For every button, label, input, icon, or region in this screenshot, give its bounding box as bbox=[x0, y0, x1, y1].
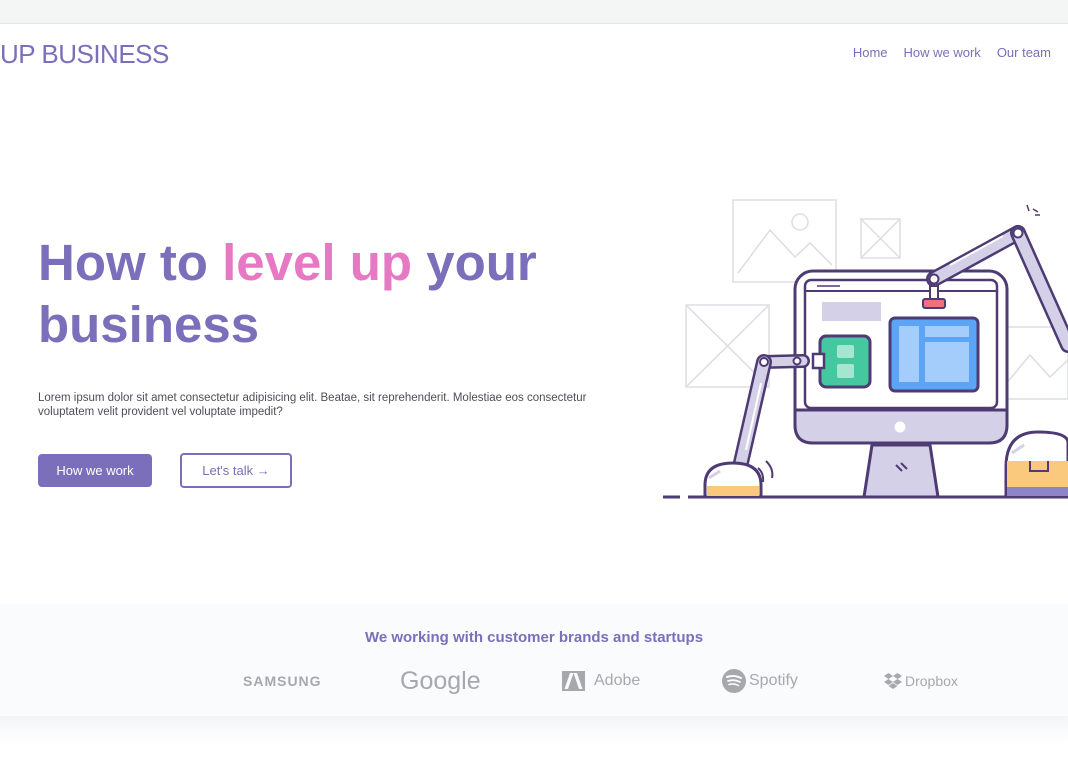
google-logo-text: Google bbox=[400, 666, 481, 695]
adobe-logo-text: Adobe bbox=[594, 672, 641, 689]
spotify-logo-icon bbox=[722, 669, 746, 693]
site-logo[interactable]: UP BUSINESS bbox=[0, 39, 169, 70]
google-logo: Google bbox=[400, 666, 481, 696]
hero-title: How to level up your business bbox=[38, 232, 598, 356]
adobe-logo: Adobe bbox=[562, 666, 640, 696]
bottom-section-shadow bbox=[0, 716, 1068, 763]
dropbox-logo: Dropbox bbox=[884, 666, 958, 696]
hero-title-highlight: level up bbox=[222, 234, 413, 291]
hero-description: Lorem ipsum dolor sit amet consectetur a… bbox=[38, 392, 587, 418]
dropbox-logo-text: Dropbox bbox=[905, 673, 958, 689]
browser-top-strip bbox=[0, 0, 1068, 24]
samsung-logo-text: SAMSUNG bbox=[243, 673, 322, 689]
partners-title: We working with customer brands and star… bbox=[364, 629, 704, 646]
nav-link-how-we-work[interactable]: How we work bbox=[904, 45, 981, 60]
dropbox-logo-icon bbox=[884, 673, 902, 689]
spotify-logo-text: Spotify bbox=[749, 672, 798, 689]
samsung-logo: SAMSUNG bbox=[243, 666, 322, 696]
adobe-logo-icon bbox=[562, 671, 585, 691]
brand-logos: SAMSUNG Google Adobe Spotify Dropbox bbox=[0, 666, 1068, 696]
how-we-work-button[interactable]: How we work bbox=[38, 454, 152, 487]
main-nav: Home How we work Our team bbox=[853, 45, 1051, 60]
partners-section: We working with customer brands and star… bbox=[0, 604, 1068, 716]
nav-link-our-team[interactable]: Our team bbox=[997, 45, 1051, 60]
nav-link-home[interactable]: Home bbox=[853, 45, 888, 60]
hero-title-part1: How to bbox=[38, 234, 223, 291]
spotify-logo: Spotify bbox=[722, 666, 798, 696]
lets-talk-button[interactable]: Let's talk → bbox=[180, 453, 292, 488]
robot-arms-monitor-illustration bbox=[663, 199, 1068, 499]
